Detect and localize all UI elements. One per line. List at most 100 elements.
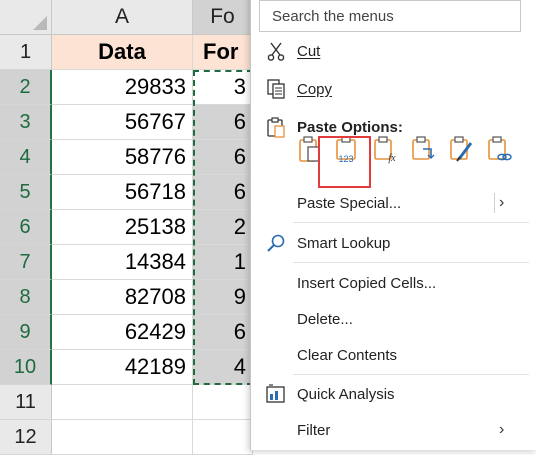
cell-a11[interactable]: [52, 385, 193, 420]
cell-a1[interactable]: Data: [52, 35, 193, 70]
formula-value: 1: [233, 249, 246, 274]
search-menus-input[interactable]: Search the menus: [259, 0, 521, 32]
cell-a7[interactable]: 14384: [52, 245, 193, 280]
quick-analysis-label: Quick Analysis: [297, 385, 395, 403]
clear-contents-label: Clear Contents: [297, 346, 398, 364]
row-number: 11: [15, 390, 36, 413]
menu-item-cut[interactable]: Cut: [251, 34, 536, 68]
cell-b2[interactable]: 3: [193, 70, 253, 105]
formula-value: 3: [233, 74, 246, 99]
submenu-divider: [494, 193, 495, 213]
column-header-a[interactable]: A: [52, 0, 193, 35]
cell-b3[interactable]: 6: [193, 105, 253, 140]
scissors-icon: [267, 42, 285, 61]
chevron-right-icon: ›: [499, 194, 505, 211]
copy-label: Copy: [297, 80, 333, 98]
data-value: 62429: [124, 319, 186, 344]
menu-item-paste-special[interactable]: Paste Special... ›: [251, 186, 536, 220]
data-value: 56718: [124, 179, 186, 204]
menu-item-clear-contents[interactable]: Clear Contents: [251, 338, 536, 372]
row-header-6[interactable]: 6: [0, 210, 52, 245]
cell-b5[interactable]: 6: [193, 175, 253, 210]
row-number: 8: [19, 285, 31, 308]
row-header-5[interactable]: 5: [0, 175, 52, 210]
row-header-2[interactable]: 2: [0, 70, 52, 105]
row-header-4[interactable]: 4: [0, 140, 52, 175]
menu-separator: [293, 262, 529, 263]
paste-formulas-badge: fx: [388, 153, 396, 164]
cell-b8[interactable]: 9: [193, 280, 253, 315]
cell-a2[interactable]: 29833: [52, 70, 193, 105]
row-header-8[interactable]: 8: [0, 280, 52, 315]
search-menus-placeholder: Search the menus: [272, 7, 394, 25]
cell-a3[interactable]: 56767: [52, 105, 193, 140]
data-value: 29833: [124, 74, 186, 99]
column-header-b-label: Fo: [210, 5, 235, 28]
cell-b4[interactable]: 6: [193, 140, 253, 175]
cell-a1-value: Data: [98, 39, 146, 64]
insert-copied-cells-label: Insert Copied Cells...: [297, 274, 437, 292]
menu-separator: [293, 222, 529, 223]
data-value: 58776: [124, 144, 186, 169]
row-number: 10: [13, 355, 37, 378]
highlight-box: [318, 136, 371, 188]
cell-a9[interactable]: 62429: [52, 315, 193, 350]
cell-b11[interactable]: [193, 385, 253, 420]
data-value: 82708: [124, 284, 186, 309]
cell-b1-value: For: [203, 39, 239, 64]
cell-a10[interactable]: 42189: [52, 350, 193, 385]
paste-transpose-icon[interactable]: [411, 135, 437, 165]
row-header-7[interactable]: 7: [0, 245, 52, 280]
data-value: 56767: [124, 109, 186, 134]
paste-formatting-icon[interactable]: [449, 135, 475, 165]
cut-label: Cut: [297, 42, 321, 60]
row-number: 4: [19, 145, 31, 168]
menu-item-smart-lookup[interactable]: Smart Lookup: [251, 226, 536, 260]
row-number: 7: [19, 250, 31, 273]
cell-a5[interactable]: 56718: [52, 175, 193, 210]
search-icon: [267, 234, 285, 252]
cell-b9[interactable]: 6: [193, 315, 253, 350]
paste-options-label: Paste Options:: [297, 118, 403, 136]
paste-link-icon[interactable]: [487, 135, 513, 165]
cell-b7[interactable]: 1: [193, 245, 253, 280]
copy-icon: [267, 79, 285, 99]
menu-item-delete[interactable]: Delete...: [251, 302, 536, 336]
data-value: 25138: [124, 214, 186, 239]
row-header-3[interactable]: 3: [0, 105, 52, 140]
data-value: 42189: [124, 354, 186, 379]
cell-a12[interactable]: [52, 420, 193, 455]
row-number: 2: [19, 75, 31, 98]
row-number: 9: [19, 320, 31, 343]
column-header-a-label: A: [114, 5, 129, 28]
cell-b10[interactable]: 4: [193, 350, 253, 385]
formula-value: 2: [233, 214, 246, 239]
row-header-1[interactable]: 1: [0, 35, 52, 70]
select-all-triangle: [33, 16, 47, 30]
row-header-12[interactable]: 12: [0, 420, 52, 455]
quick-analysis-icon: [266, 384, 285, 403]
cell-b12[interactable]: [193, 420, 253, 455]
select-all-corner[interactable]: [0, 0, 52, 35]
context-menu: Search the menus Cut Copy Paste Options:: [250, 0, 536, 450]
row-number: 6: [19, 215, 31, 238]
cell-b1[interactable]: For: [193, 35, 253, 70]
row-header-11[interactable]: 11: [0, 385, 52, 420]
row-number: 5: [19, 180, 31, 203]
paste-formulas-icon[interactable]: fx: [373, 135, 399, 165]
cell-b6[interactable]: 2: [193, 210, 253, 245]
menu-item-copy[interactable]: Copy: [251, 72, 536, 106]
cell-a6[interactable]: 25138: [52, 210, 193, 245]
cell-a4[interactable]: 58776: [52, 140, 193, 175]
menu-item-quick-analysis[interactable]: Quick Analysis: [251, 377, 536, 411]
menu-item-insert-copied-cells[interactable]: Insert Copied Cells...: [251, 266, 536, 300]
column-header-b[interactable]: Fo: [193, 0, 253, 35]
row-header-9[interactable]: 9: [0, 315, 52, 350]
smart-lookup-label: Smart Lookup: [297, 234, 391, 252]
row-header-10[interactable]: 10: [0, 350, 52, 385]
formula-value: 6: [233, 109, 246, 134]
formula-value: 4: [233, 354, 246, 379]
formula-value: 6: [233, 179, 246, 204]
formula-value: 9: [233, 284, 246, 309]
cell-a8[interactable]: 82708: [52, 280, 193, 315]
